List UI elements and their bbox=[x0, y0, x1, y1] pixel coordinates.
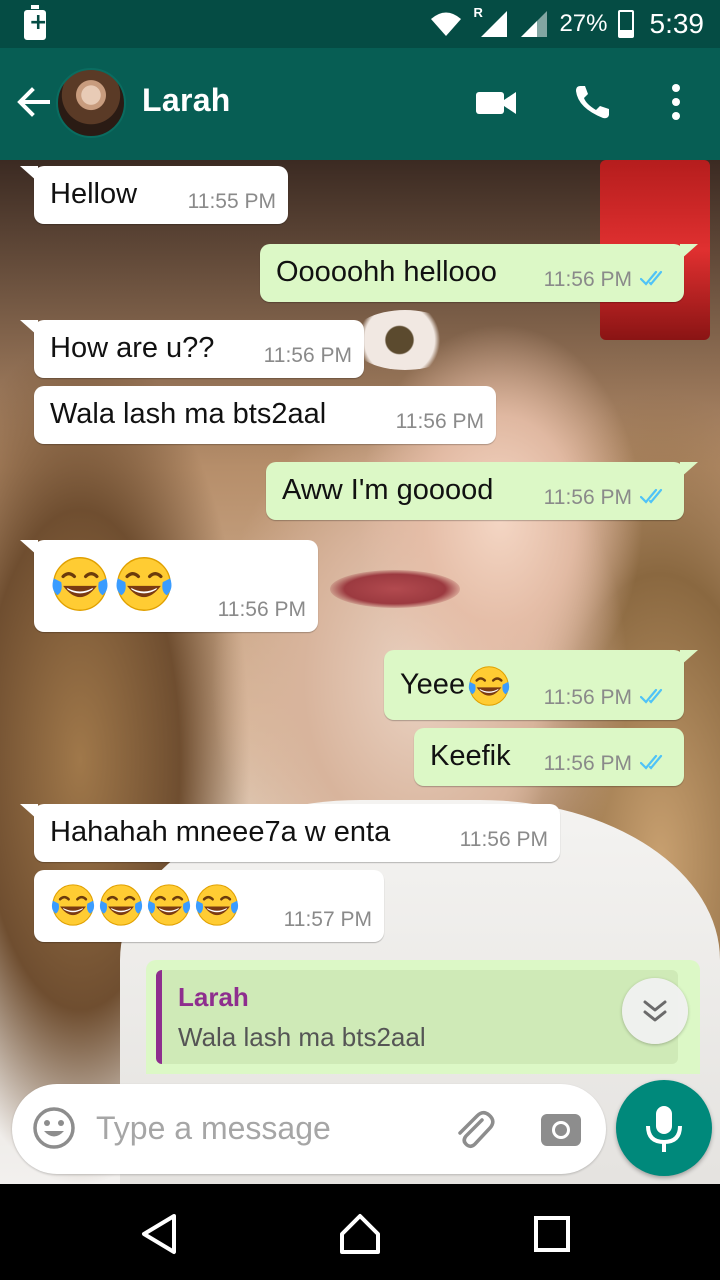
reply-accent-bar bbox=[156, 970, 162, 1064]
tears-of-joy-emoji-icon bbox=[114, 554, 174, 614]
tears-of-joy-emoji-icon bbox=[194, 882, 240, 928]
clock: 5:39 bbox=[649, 8, 705, 39]
message-text: Keefik bbox=[430, 740, 511, 772]
message-text: Hahahah mneee7a w enta bbox=[50, 816, 391, 848]
message-time: 11:56 PM bbox=[263, 344, 352, 367]
video-call-icon[interactable] bbox=[474, 82, 518, 122]
tears-of-joy-emoji-icon bbox=[467, 664, 511, 708]
message-text: Ooooohh hellooo bbox=[276, 256, 497, 288]
message-text: Aww I'm gooood bbox=[282, 474, 494, 506]
read-ticks-icon bbox=[640, 488, 670, 506]
message-bubble[interactable]: 11:57 PM bbox=[34, 870, 384, 942]
message-bubble[interactable]: How are u?? 11:56 PM bbox=[20, 320, 364, 378]
wallpaper-lips bbox=[330, 570, 460, 608]
message-bubble[interactable]: Hahahah mneee7a w enta 11:56 PM bbox=[20, 804, 560, 862]
more-options-icon[interactable] bbox=[664, 82, 688, 122]
voice-call-icon[interactable] bbox=[572, 82, 612, 122]
camera-icon[interactable] bbox=[538, 1106, 584, 1152]
message-text: Yeee bbox=[400, 668, 466, 701]
emoji-row bbox=[50, 554, 174, 614]
nav-home-icon[interactable] bbox=[338, 1212, 382, 1256]
battery-percent: 27% bbox=[559, 10, 608, 37]
attach-icon[interactable] bbox=[450, 1106, 496, 1152]
message-time: 11:56 PM bbox=[543, 486, 632, 509]
reply-author: Larah bbox=[178, 982, 249, 1012]
message-time: 11:56 PM bbox=[459, 828, 548, 851]
emoji-row bbox=[50, 882, 240, 928]
message-text: How are u?? bbox=[50, 332, 215, 364]
message-bubble[interactable]: Wala lash ma bts2aal 11:56 PM bbox=[34, 386, 496, 444]
contact-name[interactable]: Larah bbox=[142, 82, 231, 119]
emoji-icon[interactable] bbox=[32, 1106, 76, 1150]
message-input[interactable] bbox=[96, 1106, 416, 1150]
status-bar-right: R 27% 5:39 bbox=[429, 0, 704, 48]
message-text: Hellow bbox=[50, 178, 138, 210]
message-bubble[interactable]: Hellow 11:55 PM bbox=[20, 166, 288, 224]
message-time: 11:56 PM bbox=[543, 752, 632, 775]
message-text-container: Yeee bbox=[400, 664, 511, 708]
avatar[interactable] bbox=[56, 68, 126, 138]
tears-of-joy-emoji-icon bbox=[50, 882, 96, 928]
read-ticks-icon bbox=[640, 270, 670, 288]
signal-icon bbox=[521, 11, 548, 37]
nav-back-icon[interactable] bbox=[138, 1212, 182, 1256]
message-composer bbox=[12, 1084, 606, 1174]
double-chevron-down-icon bbox=[643, 1000, 667, 1022]
message-text: Wala lash ma bts2aal bbox=[50, 398, 327, 430]
back-arrow-icon[interactable] bbox=[14, 82, 54, 122]
message-time: 11:55 PM bbox=[187, 190, 276, 213]
message-bubble[interactable]: Aww I'm gooood 11:56 PM bbox=[266, 462, 698, 520]
chat-header: Larah bbox=[0, 48, 720, 160]
message-time: 11:56 PM bbox=[543, 686, 632, 709]
message-time: 11:57 PM bbox=[283, 908, 372, 931]
battery-icon bbox=[617, 10, 634, 38]
tears-of-joy-emoji-icon bbox=[50, 554, 110, 614]
message-time: 11:56 PM bbox=[217, 598, 306, 621]
signal-roaming-icon: R bbox=[473, 5, 509, 39]
battery-saver-icon bbox=[24, 5, 47, 40]
tears-of-joy-emoji-icon bbox=[146, 882, 192, 928]
status-bar: R 27% 5:39 bbox=[0, 0, 720, 48]
roaming-indicator: R bbox=[473, 5, 483, 20]
voice-record-button[interactable] bbox=[616, 1080, 712, 1176]
tears-of-joy-emoji-icon bbox=[98, 882, 144, 928]
wallpaper-eye bbox=[350, 310, 460, 370]
microphone-icon bbox=[646, 1106, 682, 1152]
quoted-message[interactable]: Larah Wala lash ma bts2aal bbox=[156, 970, 678, 1064]
message-bubble[interactable]: Ooooohh hellooo 11:56 PM bbox=[260, 244, 698, 302]
wifi-icon bbox=[431, 12, 462, 36]
scroll-to-bottom-button[interactable] bbox=[622, 978, 688, 1044]
read-ticks-icon bbox=[640, 688, 670, 706]
message-bubble[interactable]: Keefik 11:56 PM bbox=[414, 728, 684, 786]
nav-recents-icon[interactable] bbox=[530, 1212, 574, 1256]
message-bubble[interactable]: 11:56 PM bbox=[20, 540, 318, 632]
reply-preview[interactable]: Larah Wala lash ma bts2aal bbox=[146, 960, 700, 1074]
message-bubble[interactable]: Yeee 11:56 PM bbox=[384, 650, 698, 720]
read-ticks-icon bbox=[640, 754, 670, 772]
system-navigation-bar bbox=[0, 1184, 720, 1280]
message-time: 11:56 PM bbox=[395, 410, 484, 433]
message-time: 11:56 PM bbox=[543, 268, 632, 291]
reply-text: Wala lash ma bts2aal bbox=[178, 1022, 426, 1052]
